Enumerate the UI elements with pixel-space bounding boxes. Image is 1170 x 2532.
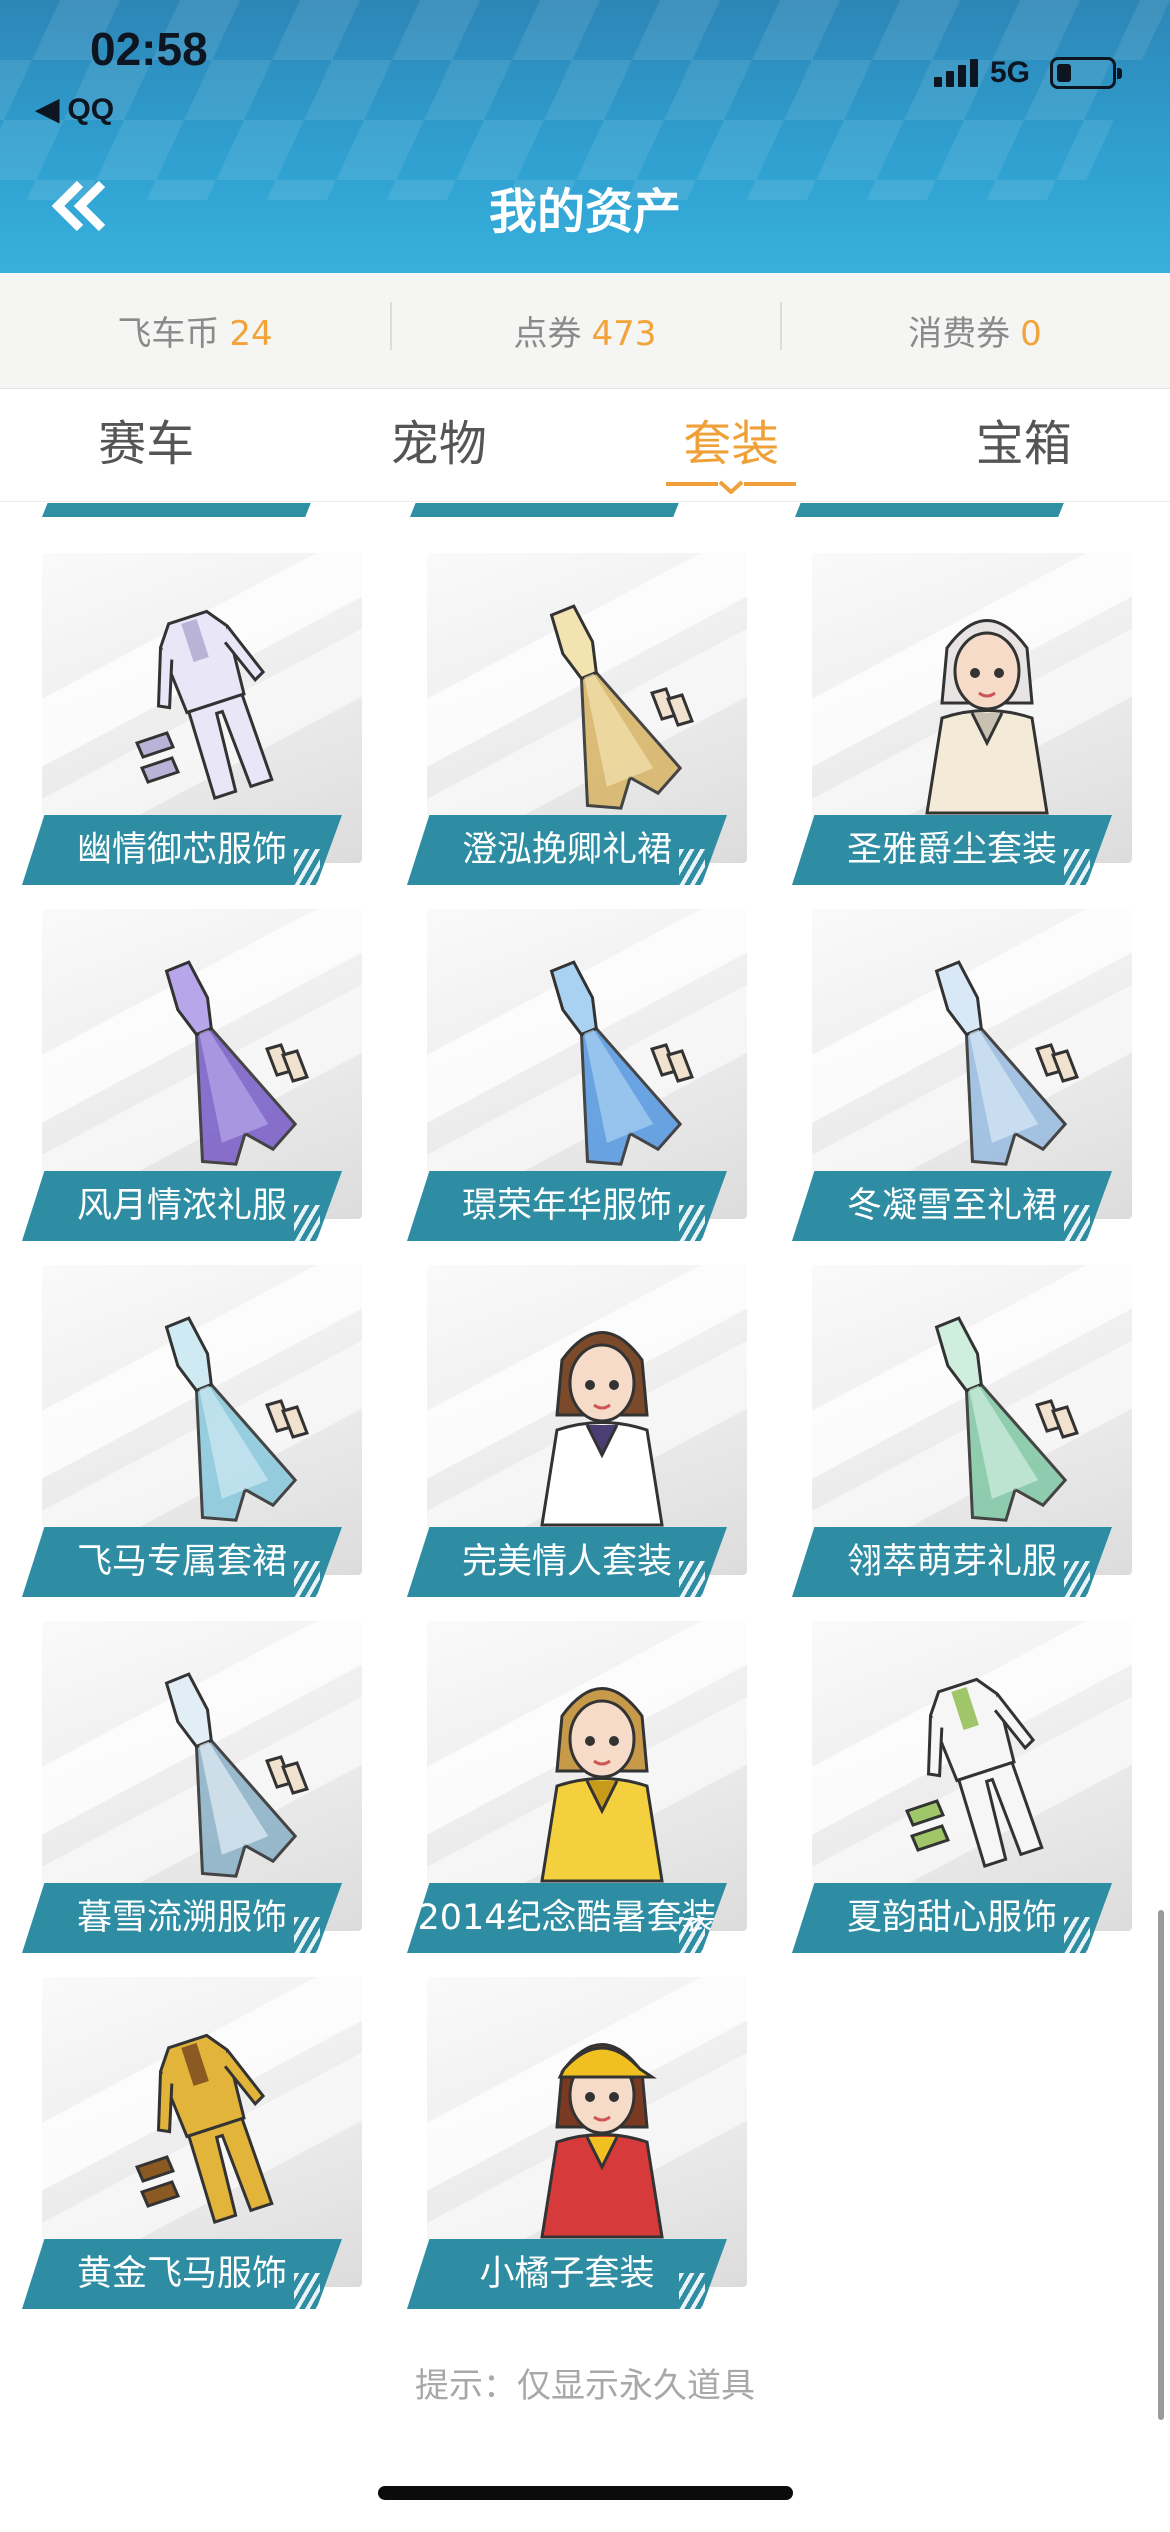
outfit-thumbnail	[887, 1305, 1087, 1535]
outfit-thumbnail	[502, 2017, 702, 2247]
tab-outfits[interactable]: 套装	[585, 390, 878, 502]
currency-value: 24	[229, 314, 273, 354]
outfit-name: 璟荣年华服饰	[407, 1171, 727, 1241]
active-tab-indicator	[666, 480, 797, 494]
outfit-card[interactable]: 风月情浓礼服	[22, 909, 362, 1241]
outfit-thumbnail	[117, 593, 317, 823]
tab-pets[interactable]: 宠物	[293, 390, 586, 502]
home-indicator[interactable]	[378, 2486, 793, 2500]
cropped-item-label	[42, 503, 322, 517]
outfit-name: 风月情浓礼服	[22, 1171, 342, 1241]
outfit-name: 夏韵甜心服饰	[792, 1883, 1112, 1953]
tab-chests[interactable]: 宝箱	[878, 390, 1170, 502]
outfit-card[interactable]: 璟荣年华服饰	[407, 909, 747, 1241]
currency-label: 消费券	[908, 314, 1011, 354]
currency-label: 点券	[513, 314, 582, 354]
outfit-card[interactable]: 小橘子套装	[407, 1977, 747, 2309]
outfit-thumbnail	[502, 949, 702, 1179]
outfit-thumbnail	[117, 1305, 317, 1535]
outfit-thumbnail	[502, 1305, 702, 1535]
currency-vouchers: 消费券 0	[780, 302, 1170, 355]
outfit-card[interactable]: 圣雅爵尘套装	[792, 553, 1132, 885]
outfit-grid: 幽情御芯服饰 澄泓挽卿礼裙 圣雅爵尘套装 风月情浓礼服 璟荣年华服饰 冬凝雪至礼…	[22, 553, 1132, 2309]
battery-icon	[1050, 57, 1122, 89]
currency-bar: 飞车币 24 点券 473 消费券 0	[0, 273, 1170, 389]
cropped-item-label	[795, 503, 1075, 517]
outfit-name: 暮雪流溯服饰	[22, 1883, 342, 1953]
network-type: 5G	[989, 56, 1030, 89]
back-to-app-link[interactable]: ◀ QQ	[36, 92, 114, 127]
outfit-card[interactable]: 2014纪念酷暑套装	[407, 1621, 747, 1953]
outfit-card[interactable]: 完美情人套装	[407, 1265, 747, 1597]
outfit-name: 澄泓挽卿礼裙	[407, 815, 727, 885]
outfit-thumbnail	[887, 1661, 1087, 1891]
scrollbar[interactable]	[1158, 1910, 1164, 2420]
outfit-card[interactable]: 澄泓挽卿礼裙	[407, 553, 747, 885]
page-title: 我的资产	[488, 184, 681, 240]
outfit-card[interactable]: 夏韵甜心服饰	[792, 1621, 1132, 1953]
outfit-name: 小橘子套装	[407, 2239, 727, 2309]
outfit-card[interactable]: 翎萃萌芽礼服	[792, 1265, 1132, 1597]
outfit-card[interactable]: 黄金飞马服饰	[22, 1977, 362, 2309]
currency-value: 473	[591, 314, 657, 354]
currency-value: 0	[1020, 314, 1042, 354]
hint-text: 提示：仅显示永久道具	[415, 2366, 755, 2406]
status-time: 02:58	[90, 23, 208, 75]
outfit-list[interactable]: 幽情御芯服饰 澄泓挽卿礼裙 圣雅爵尘套装 风月情浓礼服 璟荣年华服饰 冬凝雪至礼…	[0, 503, 1170, 2463]
tab-label: 宠物	[390, 415, 487, 472]
currency-points: 点券 473	[390, 302, 780, 355]
tab-label: 宝箱	[975, 415, 1072, 472]
outfit-name: 飞马专属套裙	[22, 1527, 342, 1597]
currency-label: 飞车币	[117, 314, 220, 354]
outfit-card[interactable]: 幽情御芯服饰	[22, 553, 362, 885]
outfit-name: 黄金飞马服饰	[22, 2239, 342, 2309]
outfit-name: 2014纪念酷暑套装	[407, 1883, 727, 1953]
header: 02:58 ◀ QQ 5G 我的资产	[0, 0, 1170, 273]
outfit-name: 翎萃萌芽礼服	[792, 1527, 1112, 1597]
outfit-card[interactable]: 飞马专属套裙	[22, 1265, 362, 1597]
tab-label: 套装	[683, 415, 780, 472]
outfit-thumbnail	[117, 2017, 317, 2247]
outfit-thumbnail	[887, 949, 1087, 1179]
tab-cars[interactable]: 赛车	[0, 390, 293, 502]
outfit-thumbnail	[502, 593, 702, 823]
outfit-name: 圣雅爵尘套装	[792, 815, 1112, 885]
outfit-thumbnail	[117, 949, 317, 1179]
previous-row-remnant	[0, 503, 1170, 521]
outfit-name: 幽情御芯服饰	[22, 815, 342, 885]
outfit-thumbnail	[887, 593, 1087, 823]
outfit-thumbnail	[117, 1661, 317, 1891]
cropped-item-label	[410, 503, 690, 517]
signal-icon	[933, 59, 978, 87]
outfit-thumbnail	[502, 1661, 702, 1891]
outfit-card[interactable]: 冬凝雪至礼裙	[792, 909, 1132, 1241]
outfit-name: 完美情人套装	[407, 1527, 727, 1597]
category-tabs: 赛车 宠物 套装 宝箱	[0, 390, 1170, 502]
outfit-card[interactable]: 暮雪流溯服饰	[22, 1621, 362, 1953]
status-indicators: 5G	[933, 56, 1122, 90]
currency-coins: 飞车币 24	[0, 306, 390, 355]
outfit-name: 冬凝雪至礼裙	[792, 1171, 1112, 1241]
tab-label: 赛车	[98, 415, 195, 472]
